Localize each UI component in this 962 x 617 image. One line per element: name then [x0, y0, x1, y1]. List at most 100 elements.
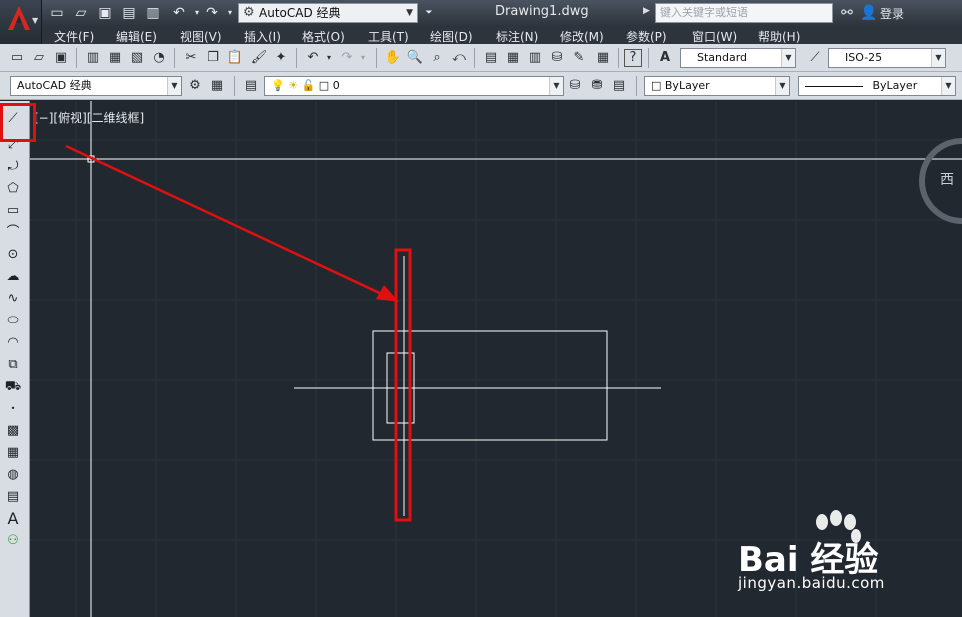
menu-format[interactable]: 格式(O): [302, 28, 345, 45]
help-icon[interactable]: ?: [624, 49, 642, 67]
properties-icon[interactable]: ▤: [482, 49, 500, 67]
outer-rectangle[interactable]: [372, 330, 608, 441]
redo-dropdown-icon[interactable]: ▾: [221, 4, 239, 22]
user-icon[interactable]: 👤: [860, 4, 878, 22]
linetype-select[interactable]: ByLayer ▼: [798, 76, 956, 96]
color-value: ByLayer: [664, 79, 710, 92]
pan-icon[interactable]: ✋: [384, 49, 402, 67]
cut-icon[interactable]: ✂: [182, 49, 200, 67]
add-selected-icon[interactable]: ⚇: [3, 531, 23, 551]
save-icon[interactable]: ▣: [52, 49, 70, 67]
layer-previous-icon[interactable]: ⛃: [588, 77, 606, 95]
make-block-icon[interactable]: ⛟: [3, 377, 23, 397]
color-swatch: □: [651, 79, 665, 92]
workspace-settings-icon[interactable]: ⚙: [186, 77, 204, 95]
separator: [234, 76, 235, 96]
redo-icon[interactable]: ↷: [203, 4, 221, 22]
tool-palettes-icon[interactable]: ▥: [526, 49, 544, 67]
dimension-style-select[interactable]: ISO-25 ▼: [828, 48, 946, 68]
zoom-window-icon[interactable]: ⌕: [428, 49, 446, 67]
separator: [648, 48, 649, 68]
ellipse-arc-icon[interactable]: ◠: [3, 333, 23, 353]
spline-icon[interactable]: ∿: [3, 289, 23, 309]
search-input[interactable]: 键入关键字或短语: [655, 3, 833, 23]
undo-icon[interactable]: ↶: [170, 4, 188, 22]
3d-dwf-icon[interactable]: ◔: [150, 49, 168, 67]
insert-block-icon[interactable]: ⧉: [3, 355, 23, 375]
viewcube-west-label[interactable]: 西: [940, 169, 954, 189]
open-icon[interactable]: ▱: [30, 49, 48, 67]
menu-draw[interactable]: 绘图(D): [430, 28, 473, 45]
menu-parametric[interactable]: 参数(P): [626, 28, 667, 45]
chevron-down-icon: ▼: [781, 49, 795, 67]
menu-tools[interactable]: 工具(T): [368, 28, 409, 45]
dimension-style-icon[interactable]: ⟋: [806, 49, 824, 67]
sheet-set-icon[interactable]: ⛁: [548, 49, 566, 67]
paste-icon[interactable]: 📋: [226, 49, 244, 67]
new-file-icon[interactable]: ▭: [48, 4, 66, 22]
text-style-select[interactable]: Standard ▼: [680, 48, 796, 68]
open-file-icon[interactable]: ▱: [72, 4, 90, 22]
color-select[interactable]: □ ByLayer ▼: [644, 76, 790, 96]
hatch-icon[interactable]: ▩: [3, 421, 23, 441]
workspace-select[interactable]: ⚙ AutoCAD 经典 ▼: [238, 3, 418, 23]
zoom-realtime-icon[interactable]: 🔍: [406, 49, 424, 67]
zoom-previous-icon[interactable]: ⤺: [450, 49, 468, 67]
save-as-icon[interactable]: ▤: [120, 4, 138, 22]
markup-icon[interactable]: ✎: [570, 49, 588, 67]
menu-modify[interactable]: 修改(M): [560, 28, 604, 45]
highlight-box-line-tool: [0, 103, 36, 142]
menu-dimension[interactable]: 标注(N): [496, 28, 538, 45]
layer-state-icon[interactable]: ▤: [610, 77, 628, 95]
plot-preview-icon[interactable]: ▦: [106, 49, 124, 67]
menu-view[interactable]: 视图(V): [180, 28, 222, 45]
binoculars-icon[interactable]: ⚯: [838, 4, 856, 22]
login-link[interactable]: 登录: [880, 5, 904, 22]
menu-window[interactable]: 窗口(W): [692, 28, 737, 45]
calculator-icon[interactable]: ▦: [594, 49, 612, 67]
menu-insert[interactable]: 插入(I): [244, 28, 281, 45]
plot-icon[interactable]: ▥: [84, 49, 102, 67]
publish-icon[interactable]: ▧: [128, 49, 146, 67]
menu-edit[interactable]: 编辑(E): [116, 28, 157, 45]
new-icon[interactable]: ▭: [8, 49, 26, 67]
circle-icon[interactable]: ⊙: [3, 245, 23, 265]
workspace-combo[interactable]: AutoCAD 经典 ▼: [10, 76, 182, 96]
application-menu-button[interactable]: ▼: [0, 0, 42, 44]
separator: [376, 48, 377, 68]
design-center-icon[interactable]: ▦: [504, 49, 522, 67]
match-properties-icon[interactable]: 🖌: [250, 49, 268, 67]
block-editor-icon[interactable]: ✦: [272, 49, 290, 67]
copy-icon[interactable]: ❐: [204, 49, 222, 67]
arc-icon[interactable]: ⌒: [3, 223, 23, 243]
highlight-box-vertical-line: [394, 248, 412, 522]
polygon-icon[interactable]: ⬠: [3, 179, 23, 199]
ellipse-icon[interactable]: ⬭: [3, 311, 23, 331]
multiline-text-icon[interactable]: A: [3, 509, 23, 529]
revision-cloud-icon[interactable]: ☁: [3, 267, 23, 287]
menu-help[interactable]: 帮助(H): [758, 28, 800, 45]
polyline-icon[interactable]: ⤾: [3, 157, 23, 177]
customize-icon[interactable]: ▦: [208, 77, 226, 95]
undo-dropdown-icon[interactable]: ▾: [320, 49, 338, 67]
region-icon[interactable]: ◍: [3, 465, 23, 485]
save-icon[interactable]: ▣: [96, 4, 114, 22]
table-icon[interactable]: ▤: [3, 487, 23, 507]
make-current-layer-icon[interactable]: ⛁: [566, 77, 584, 95]
gradient-icon[interactable]: ▦: [3, 443, 23, 463]
redo-dropdown-icon[interactable]: ▾: [354, 49, 372, 67]
draw-toolbar: ⟋ ⤢ ⤾ ⬠ ▭ ⌒ ⊙ ☁ ∿ ⬭ ◠ ⧉ ⛟ • ▩ ▦ ◍ ▤ A ⚇: [0, 101, 30, 617]
layer-select[interactable]: 💡 ☀ 🔓 □ 0 ▼: [264, 76, 564, 96]
search-expand-icon[interactable]: ▶: [643, 6, 650, 16]
separator: [474, 48, 475, 68]
layer-properties-icon[interactable]: ▤: [242, 77, 260, 95]
rectangle-icon[interactable]: ▭: [3, 201, 23, 221]
menu-file[interactable]: 文件(F): [54, 28, 94, 45]
viewport-controls-label[interactable]: [−][俯视][二维线框]: [34, 109, 144, 126]
text-style-icon[interactable]: A: [656, 49, 674, 67]
point-icon[interactable]: •: [3, 399, 23, 419]
menu-bar: 文件(F) 编辑(E) 视图(V) 插入(I) 格式(O) 工具(T) 绘图(D…: [42, 26, 962, 44]
title-bar: ▭ ▱ ▣ ▤ ▥ ↶ ▾ ↷ ▾ ⚙ AutoCAD 经典 ▼ ⏷ Drawi…: [0, 0, 962, 26]
print-icon[interactable]: ▥: [144, 4, 162, 22]
quick-access-customize-icon[interactable]: ⏷: [420, 4, 438, 22]
